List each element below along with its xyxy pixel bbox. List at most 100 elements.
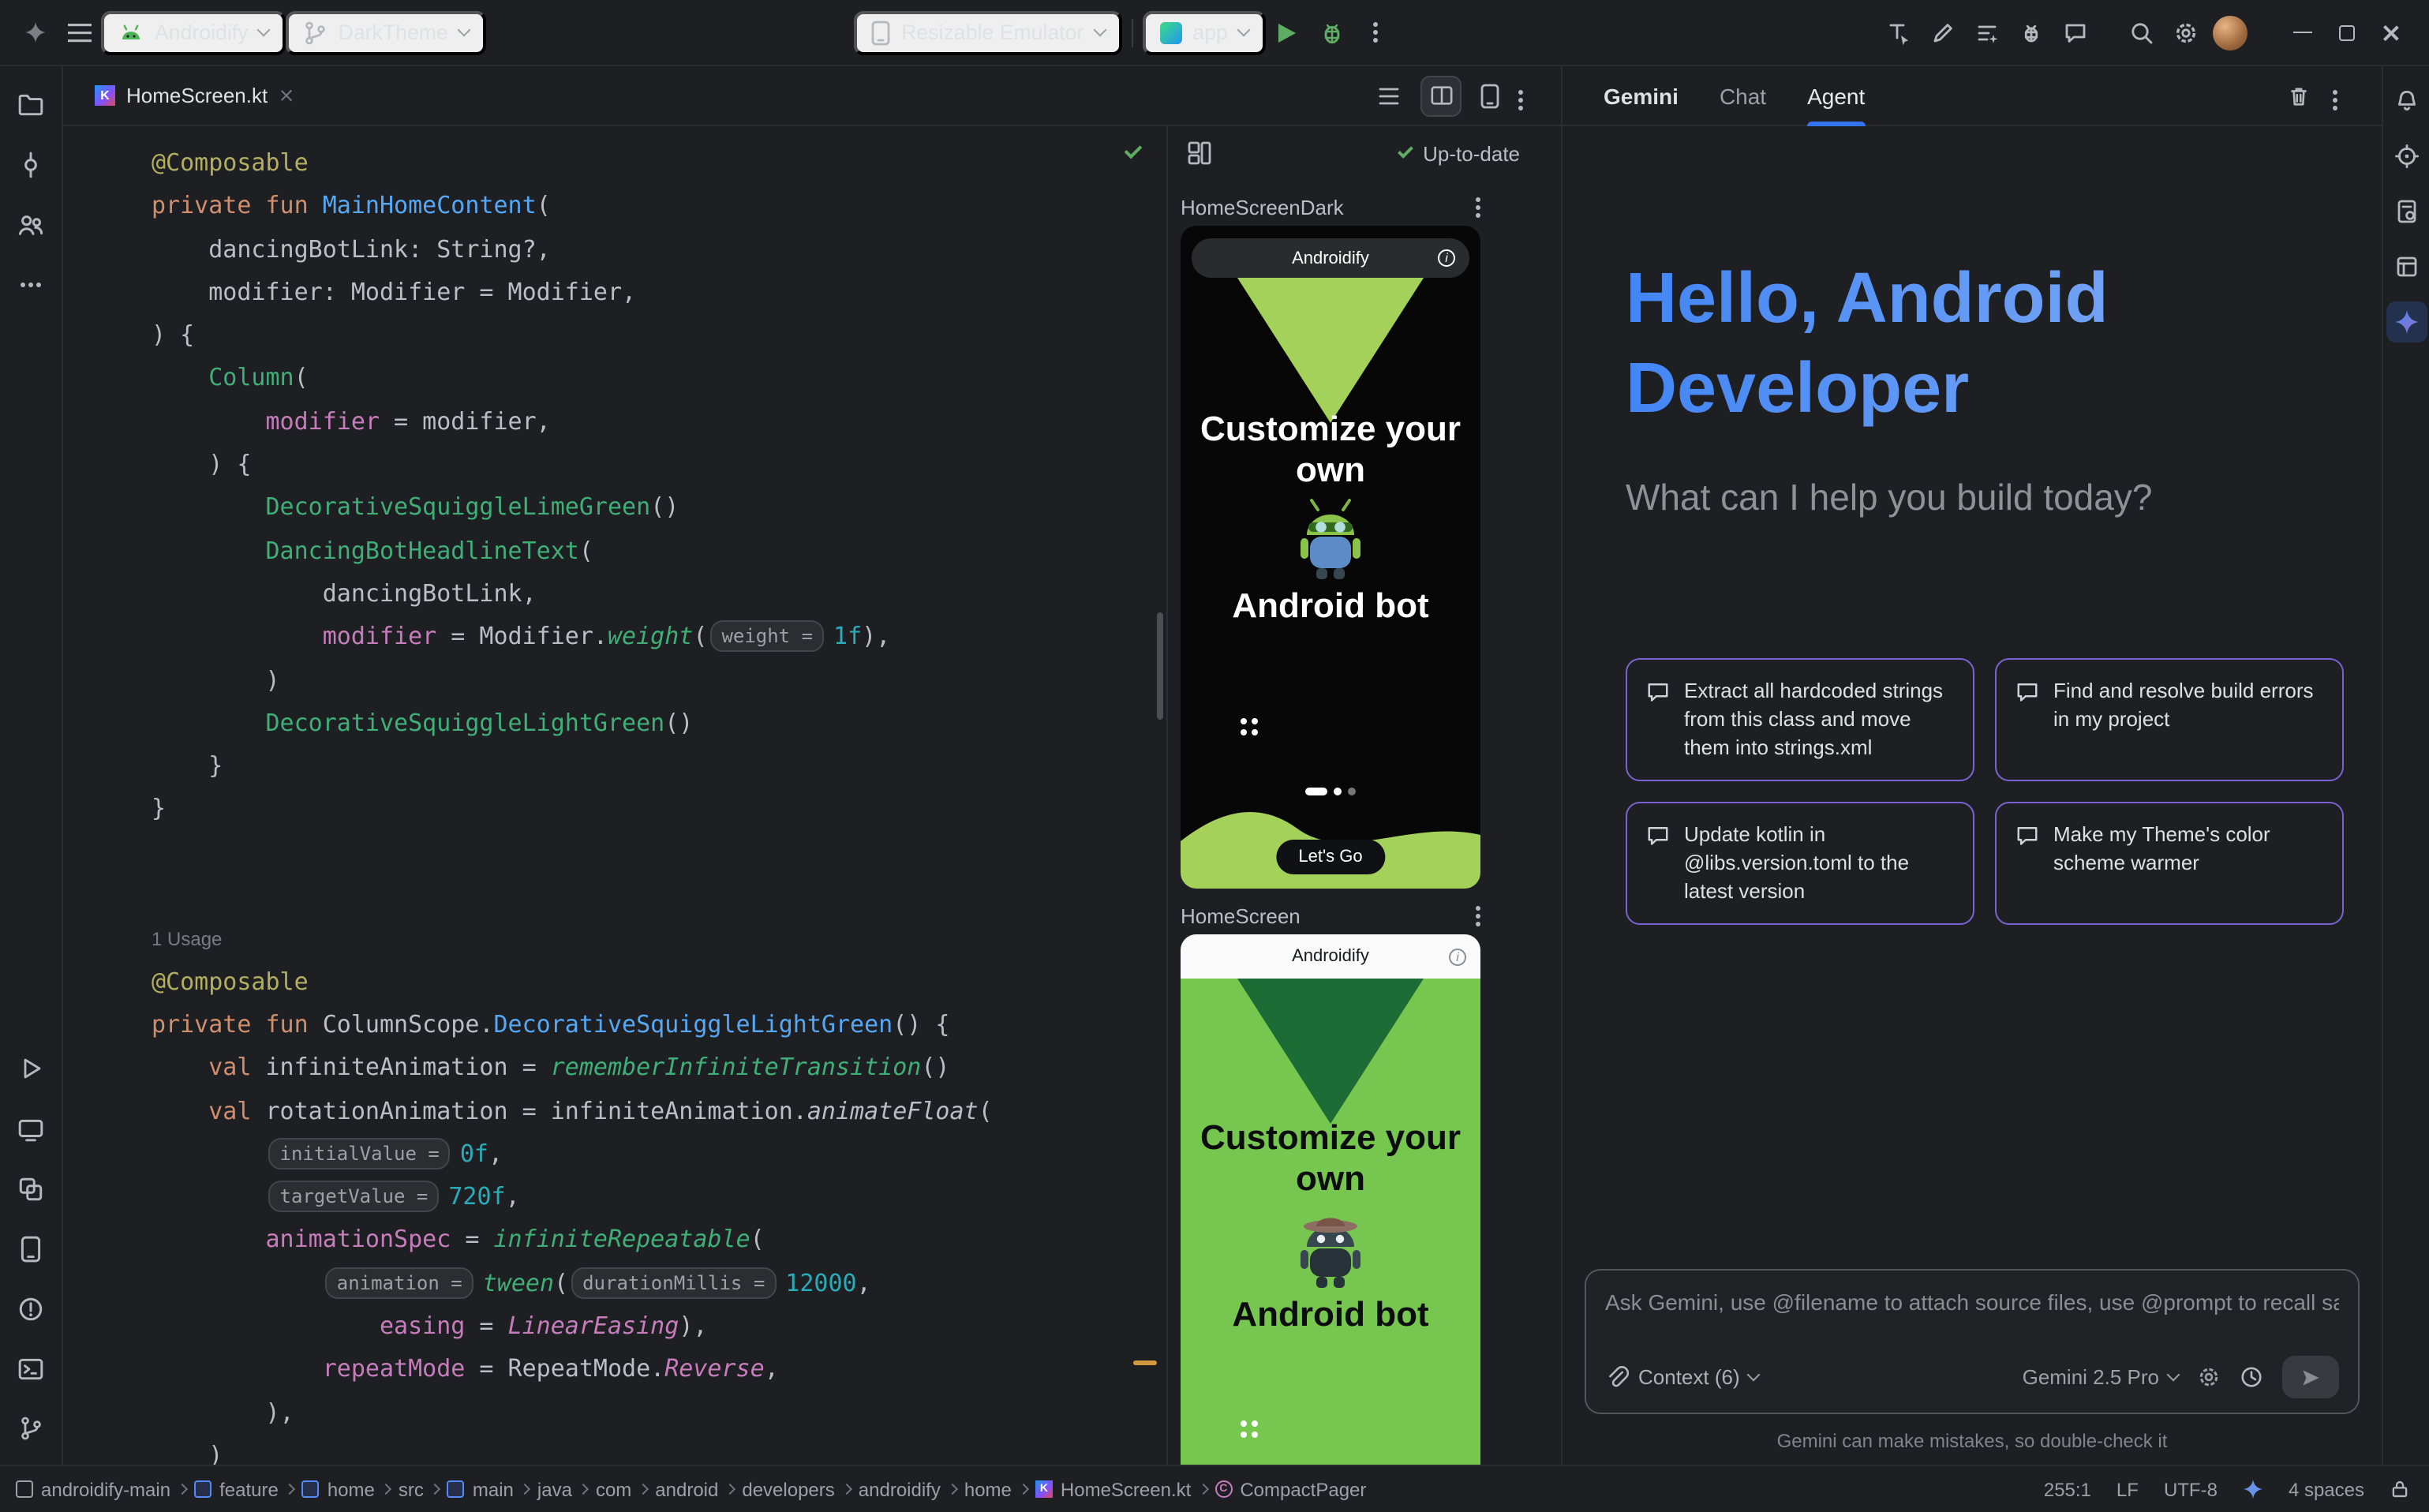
- code-line[interactable]: modifier = Modifier.weight(weight =1f),: [152, 616, 1166, 660]
- breadcrumb-item[interactable]: KHomeScreen.kt: [1035, 1478, 1191, 1500]
- editor-options-button[interactable]: [1518, 84, 1523, 107]
- context-selector[interactable]: Context (6): [1605, 1364, 1759, 1390]
- breadcrumb-item[interactable]: CCompactPager: [1214, 1478, 1366, 1500]
- breadcrumb-item[interactable]: feature: [194, 1478, 279, 1500]
- ai-transform-button[interactable]: [1877, 10, 1921, 54]
- packages-tool-button[interactable]: [7, 1165, 54, 1212]
- indent-setting[interactable]: 4 spaces: [2289, 1478, 2364, 1500]
- commit-tool-button[interactable]: [7, 140, 54, 188]
- code-line[interactable]: val rotationAnimation = infiniteAnimatio…: [152, 1090, 1166, 1133]
- code-line[interactable]: ) {: [152, 443, 1166, 487]
- running-devices-tool-button[interactable]: [7, 1105, 54, 1152]
- code-line[interactable]: easing = LinearEasing),: [152, 1305, 1166, 1349]
- line-separator[interactable]: LF: [2116, 1478, 2139, 1500]
- gemini-options-button[interactable]: [2333, 84, 2337, 107]
- gemini-input-box[interactable]: Ask Gemini, use @filename to attach sour…: [1585, 1269, 2360, 1414]
- ai-chat-button[interactable]: [2053, 10, 2098, 54]
- pull-requests-tool-button[interactable]: [7, 200, 54, 248]
- window-minimize-button[interactable]: [2281, 10, 2325, 54]
- code-line[interactable]: animation =tween(durationMillis =12000,: [152, 1262, 1166, 1305]
- code-line[interactable]: private fun MainHomeContent(: [152, 185, 1166, 229]
- send-button[interactable]: [2282, 1356, 2339, 1398]
- code-line[interactable]: ): [152, 659, 1166, 702]
- code-line[interactable]: }: [152, 745, 1166, 788]
- breadcrumb-item[interactable]: main: [447, 1478, 514, 1500]
- tab-agent[interactable]: Agent: [1807, 65, 1865, 125]
- code-line[interactable]: @Composable: [152, 960, 1166, 1004]
- code-line[interactable]: targetValue =720f,: [152, 1176, 1166, 1219]
- breadcrumb-item[interactable]: java: [537, 1478, 572, 1500]
- preview-gallery-button[interactable]: [1187, 140, 1212, 166]
- editor-tab-homescreen[interactable]: K HomeScreen.kt: [82, 65, 305, 125]
- code-line[interactable]: repeatMode = RepeatMode.Reverse,: [152, 1349, 1166, 1392]
- breadcrumb-item[interactable]: developers: [742, 1478, 834, 1500]
- problems-tool-button[interactable]: [7, 1285, 54, 1332]
- breadcrumb-item[interactable]: androidify: [859, 1478, 941, 1500]
- user-avatar[interactable]: [2208, 10, 2252, 54]
- run-button[interactable]: [1266, 10, 1310, 54]
- vcs-branch-selector[interactable]: DarkTheme: [286, 10, 486, 54]
- device-selector[interactable]: Resizable Emulator: [854, 10, 1121, 54]
- debug-button[interactable]: [1310, 10, 1354, 54]
- notifications-button[interactable]: [2386, 80, 2427, 122]
- preview-menu-icon[interactable]: [1476, 205, 1480, 210]
- code-line[interactable]: DecorativeSquiggleLimeGreen(): [152, 487, 1166, 530]
- code-line[interactable]: ) {: [152, 314, 1166, 357]
- code-line[interactable]: modifier = modifier,: [152, 401, 1166, 444]
- code-line[interactable]: ),: [152, 1391, 1166, 1435]
- project-tool-button[interactable]: [7, 80, 54, 128]
- project-selector[interactable]: Androidify: [101, 10, 286, 54]
- code-line[interactable]: DecorativeSquiggleLightGreen(): [152, 702, 1166, 746]
- settings-button[interactable]: [2164, 10, 2208, 54]
- code-line[interactable]: [152, 874, 1166, 918]
- code-line[interactable]: ): [152, 1435, 1166, 1465]
- ai-tasks-button[interactable]: [1965, 10, 2009, 54]
- app-insights-tool-button[interactable]: [2386, 191, 2427, 232]
- code-line[interactable]: 1 Usage: [152, 918, 1166, 961]
- code-line[interactable]: DancingBotHeadlineText(: [152, 530, 1166, 573]
- close-tab-icon[interactable]: [279, 88, 293, 103]
- code-line[interactable]: [152, 832, 1166, 875]
- code-line[interactable]: modifier: Modifier = Modifier,: [152, 271, 1166, 315]
- profiler-tool-button[interactable]: [2386, 136, 2427, 177]
- code-line[interactable]: animationSpec = infiniteRepeatable(: [152, 1219, 1166, 1263]
- breadcrumb-item[interactable]: src: [399, 1478, 424, 1500]
- gemini-tool-button[interactable]: [2386, 301, 2427, 342]
- gemini-status-icon[interactable]: [2243, 1479, 2263, 1499]
- tab-chat[interactable]: Chat: [1720, 65, 1766, 125]
- more-tool-windows-button[interactable]: [7, 260, 54, 308]
- code-line[interactable]: Column(: [152, 357, 1166, 401]
- suggestion-card[interactable]: Find and resolve build errors in my proj…: [1995, 658, 2344, 781]
- caret-position[interactable]: 255:1: [2044, 1478, 2091, 1500]
- code-line[interactable]: @Composable: [152, 142, 1166, 185]
- ai-debug-button[interactable]: [2009, 10, 2053, 54]
- code-line[interactable]: initialValue =0f,: [152, 1133, 1166, 1177]
- search-everywhere-button[interactable]: [2120, 10, 2164, 54]
- suggestion-card[interactable]: Extract all hardcoded strings from this …: [1626, 658, 1974, 781]
- suggestion-card[interactable]: Update kotlin in @libs.version.toml to t…: [1626, 802, 1974, 925]
- code-line[interactable]: private fun ColumnScope.DecorativeSquigg…: [152, 1004, 1166, 1047]
- window-maximize-button[interactable]: [2325, 10, 2369, 54]
- breadcrumb-item[interactable]: home: [964, 1478, 1012, 1500]
- ai-rename-button[interactable]: [1921, 10, 1965, 54]
- gemini-settings-button[interactable]: [2197, 1365, 2221, 1389]
- breadcrumb-item[interactable]: androidify-main: [16, 1478, 170, 1500]
- preview-device-button[interactable]: [1480, 83, 1499, 108]
- split-view-button[interactable]: [1420, 75, 1462, 116]
- gemini-input[interactable]: Ask Gemini, use @filename to attach sour…: [1605, 1289, 2339, 1315]
- terminal-tool-button[interactable]: [7, 1345, 54, 1392]
- readonly-lock-icon[interactable]: [2390, 1479, 2410, 1499]
- more-actions-button[interactable]: [1354, 10, 1398, 54]
- code-editor[interactable]: @Composableprivate fun MainHomeContent( …: [63, 126, 1166, 1465]
- suggestion-card[interactable]: Make my Theme's color scheme warmer: [1995, 802, 2344, 925]
- lets-go-button[interactable]: Let's Go: [1276, 840, 1384, 874]
- emulator-tool-button[interactable]: [7, 1225, 54, 1272]
- code-line[interactable]: }: [152, 788, 1166, 832]
- breadcrumb-item[interactable]: com: [596, 1478, 631, 1500]
- breadcrumb-item[interactable]: android: [655, 1478, 718, 1500]
- editor-scrollbar[interactable]: [1157, 612, 1163, 720]
- run-tool-button[interactable]: [7, 1045, 54, 1092]
- code-line[interactable]: dancingBotLink: String?,: [152, 228, 1166, 271]
- preview-homescreendark[interactable]: Androidify i Customize your own: [1181, 226, 1480, 889]
- version-control-tool-button[interactable]: [7, 1405, 54, 1452]
